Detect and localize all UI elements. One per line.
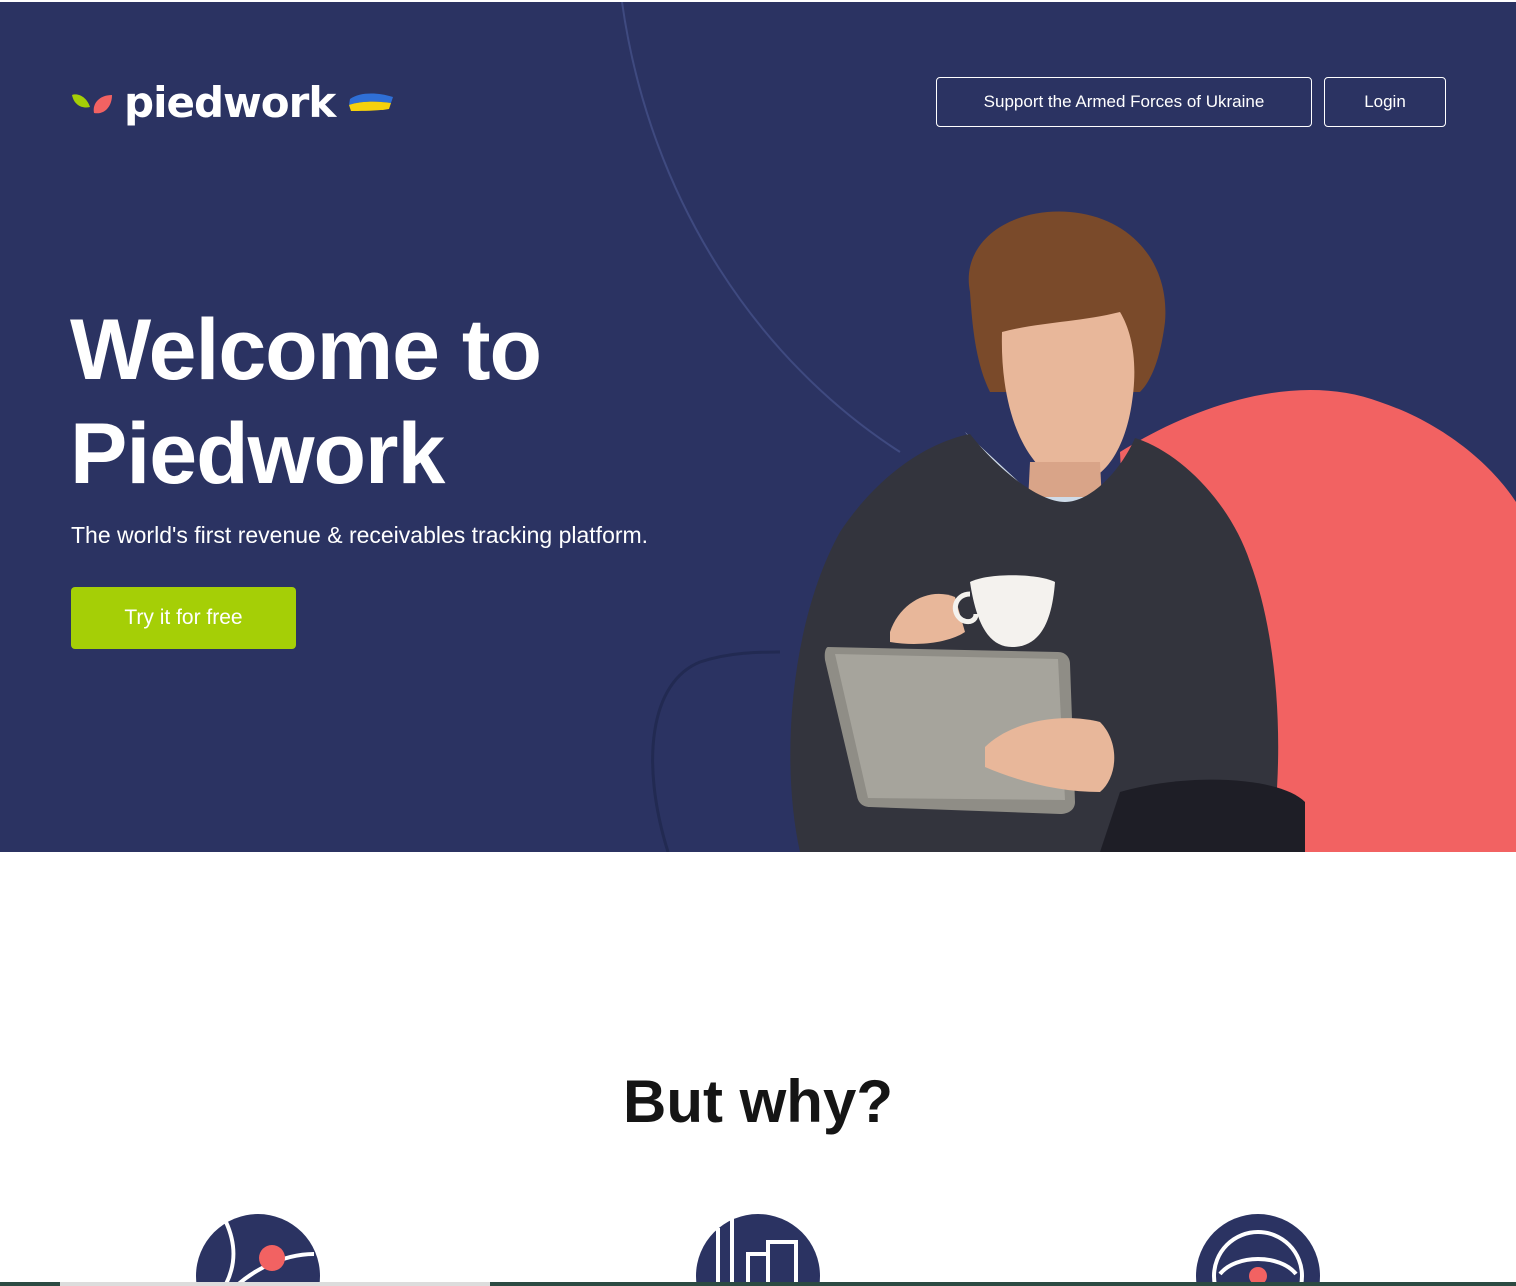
hero-title: Welcome to Piedwork xyxy=(70,298,750,506)
hero-title-line-1: Welcome to xyxy=(70,302,542,398)
network-circle-icon xyxy=(1196,1214,1320,1286)
hero-title-line-2: Piedwork xyxy=(70,406,445,502)
hero-section: piedwork Support the Armed Forces of Ukr… xyxy=(0,2,1516,852)
ukraine-flag-icon xyxy=(349,93,394,111)
globe-pin-icon xyxy=(196,1214,320,1286)
why-section-title: But why? xyxy=(623,1068,893,1135)
bar-columns-icon xyxy=(696,1214,820,1286)
hero-person-photo xyxy=(790,211,1305,852)
hero-subtitle: The world's first revenue & receivables … xyxy=(71,522,649,548)
piedwork-leaves-logo-icon xyxy=(72,94,112,114)
logo-wordmark: piedwork xyxy=(124,78,336,127)
landing-page: piedwork Support the Armed Forces of Ukr… xyxy=(0,0,1516,1286)
login-button[interactable]: Login xyxy=(1324,77,1446,127)
support-ukraine-button[interactable]: Support the Armed Forces of Ukraine xyxy=(936,77,1312,127)
site-logo[interactable]: piedwork xyxy=(70,78,395,128)
try-free-button[interactable]: Try it for free xyxy=(71,587,296,649)
bottom-edge-highlight xyxy=(60,1282,490,1286)
